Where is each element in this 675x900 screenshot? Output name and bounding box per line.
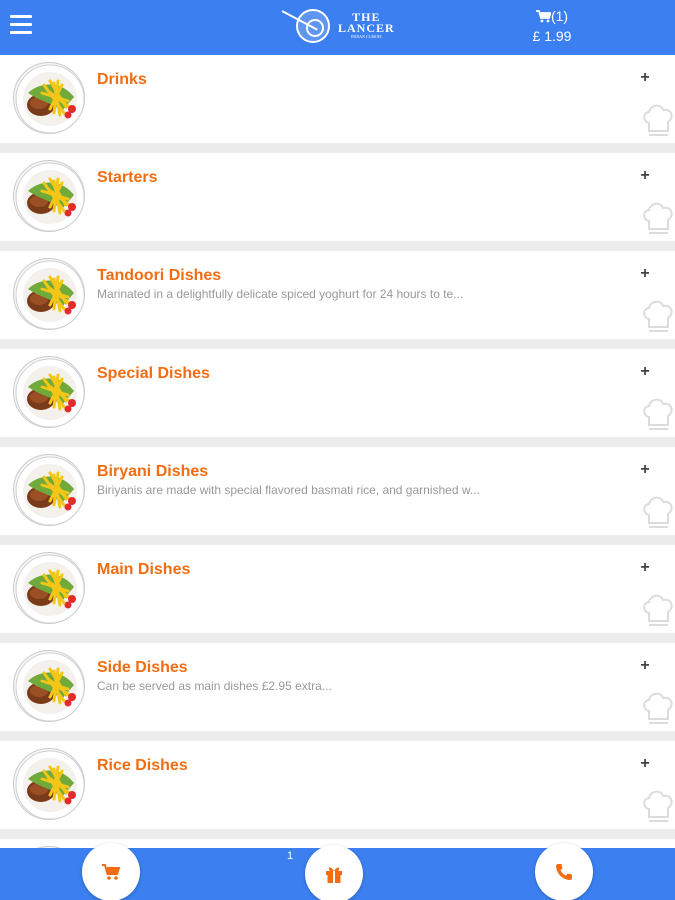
category-thumbnail [13, 160, 85, 232]
plus-icon[interactable]: + [636, 265, 654, 283]
dish-thumbnail-icon [15, 652, 84, 721]
dish-thumbnail-icon [15, 64, 84, 133]
hamburger-icon[interactable] [10, 15, 34, 39]
cart-count: (1) [550, 8, 569, 24]
cart-icon [535, 10, 552, 23]
plus-icon[interactable]: + [636, 657, 654, 675]
chef-hat-icon [643, 300, 673, 332]
category-item[interactable]: Special Dishes + [0, 349, 675, 437]
dish-thumbnail-icon [15, 456, 84, 525]
category-title: Drinks [97, 71, 147, 88]
logo-line2: LANCER [338, 21, 395, 35]
category-description: Marinated in a delightfully delicate spi… [97, 287, 464, 301]
chef-hat-icon [643, 398, 673, 430]
plus-icon[interactable]: + [636, 363, 654, 381]
category-item[interactable]: Tandoori Dishes Marinated in a delightfu… [0, 251, 675, 339]
category-item[interactable]: Main Dishes + [0, 545, 675, 633]
category-title: Starters [97, 169, 158, 186]
category-thumbnail [13, 62, 85, 134]
plus-icon[interactable]: + [636, 69, 654, 87]
bottom-call-button[interactable] [535, 843, 593, 900]
chef-hat-icon [643, 496, 673, 528]
plus-icon[interactable]: + [636, 559, 654, 577]
logo-text: THE LANCER INDIAN CUISINE [338, 11, 395, 40]
dish-thumbnail-icon [15, 358, 84, 427]
dish-thumbnail-icon [15, 162, 84, 231]
bottom-offers-button[interactable] [305, 845, 363, 900]
category-thumbnail [13, 258, 85, 330]
category-thumbnail [13, 454, 85, 526]
plus-icon[interactable]: + [636, 461, 654, 479]
category-title: Main Dishes [97, 561, 191, 578]
category-thumbnail [13, 748, 85, 820]
offers-count: 1 [287, 850, 294, 862]
category-title: Tandoori Dishes [97, 267, 222, 284]
bottom-bar: 1 [0, 843, 675, 900]
category-title: Rice Dishes [97, 757, 188, 774]
gift-icon [326, 867, 342, 883]
dish-thumbnail-icon [15, 260, 84, 329]
category-item[interactable]: Rice Dishes + [0, 741, 675, 829]
app-logo: THE LANCER INDIAN CUISINE [281, 6, 412, 46]
cart-icon [102, 864, 121, 880]
chef-hat-icon [643, 790, 673, 822]
plus-icon[interactable]: + [636, 167, 654, 185]
category-list: Drinks + Starters + Tandoori Dishes Mari… [0, 55, 675, 900]
category-title: Biryani Dishes [97, 463, 209, 480]
cart-total: £ 1.99 [532, 28, 572, 44]
plus-icon[interactable]: + [636, 755, 654, 773]
chef-hat-icon [643, 692, 673, 724]
category-thumbnail [13, 552, 85, 624]
category-item[interactable]: Side Dishes Can be served as main dishes… [0, 643, 675, 731]
category-title: Side Dishes [97, 659, 188, 676]
category-thumbnail [13, 650, 85, 722]
category-item[interactable]: Biryani Dishes Biriyanis are made with s… [0, 447, 675, 535]
chef-hat-icon [643, 202, 673, 234]
chef-hat-icon [643, 104, 673, 136]
category-description: Biriyanis are made with special flavored… [97, 483, 480, 497]
cart-summary[interactable]: (1) £ 1.99 [522, 7, 582, 45]
knight-emblem-icon [296, 9, 330, 43]
dish-thumbnail-icon [15, 750, 84, 819]
dish-thumbnail-icon [15, 554, 84, 623]
category-item[interactable]: Starters + [0, 153, 675, 241]
category-item[interactable]: Drinks + [0, 55, 675, 143]
category-description: Can be served as main dishes £2.95 extra… [97, 679, 332, 693]
top-bar: THE LANCER INDIAN CUISINE (1) £ 1.99 [0, 0, 675, 55]
category-title: Special Dishes [97, 365, 210, 382]
bottom-cart-button[interactable] [82, 843, 140, 900]
phone-icon [556, 864, 572, 880]
category-thumbnail [13, 356, 85, 428]
chef-hat-icon [643, 594, 673, 626]
